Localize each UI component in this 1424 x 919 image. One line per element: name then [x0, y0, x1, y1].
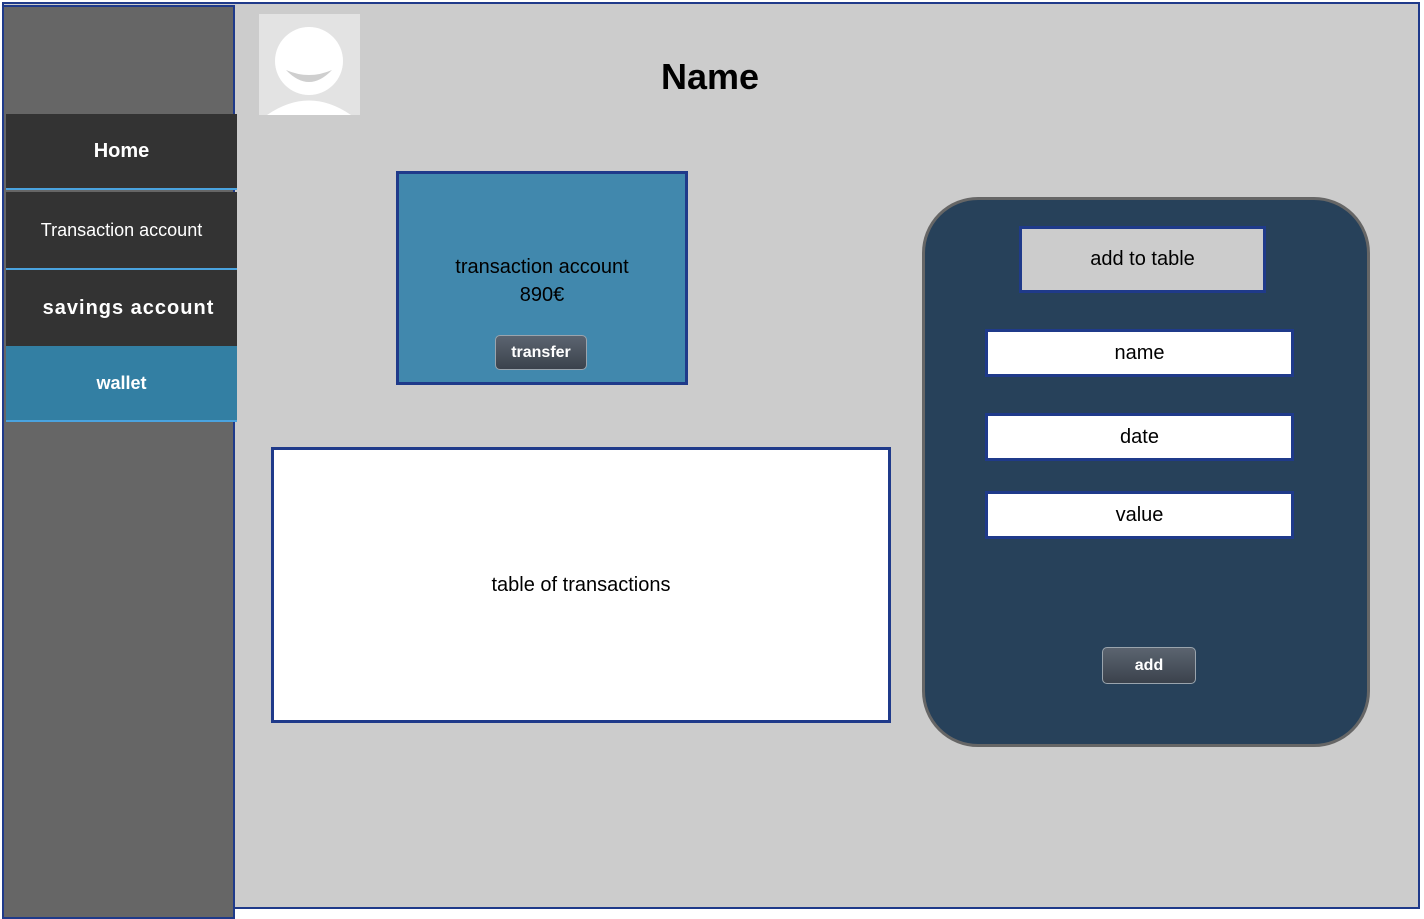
add-button[interactable]: add	[1102, 647, 1196, 684]
account-name: transaction account	[455, 256, 629, 278]
sidebar-item-wallet[interactable]: wallet	[6, 346, 237, 422]
add-to-table-panel: add to table name date value add	[922, 197, 1370, 747]
name-field[interactable]: name	[985, 329, 1294, 377]
sidebar: Home Transaction account savings account…	[2, 5, 237, 919]
page-title: Name	[660, 56, 760, 97]
sidebar-item-savings-account[interactable]: savings account	[6, 270, 237, 346]
sidebar-item-home[interactable]: Home	[6, 114, 237, 190]
date-field[interactable]: date	[985, 413, 1294, 461]
sidebar-item-label: wallet	[96, 372, 147, 393]
sidebar-item-label: savings account	[42, 296, 215, 319]
transactions-table: table of transactions	[271, 447, 891, 723]
transactions-table-label: table of transactions	[491, 573, 671, 596]
sidebar-item-transaction-account[interactable]: Transaction account	[6, 192, 237, 270]
value-field[interactable]: value	[985, 491, 1294, 539]
sidebar-item-label: Home	[93, 139, 150, 162]
transaction-account-card: transaction account 890€ transfer	[396, 171, 688, 385]
sidebar-item-label: Transaction account	[40, 219, 203, 240]
user-avatar-icon	[259, 14, 360, 115]
panel-title: add to table	[1019, 226, 1266, 293]
transfer-button[interactable]: transfer	[495, 335, 587, 370]
account-balance: 890€	[519, 284, 565, 306]
